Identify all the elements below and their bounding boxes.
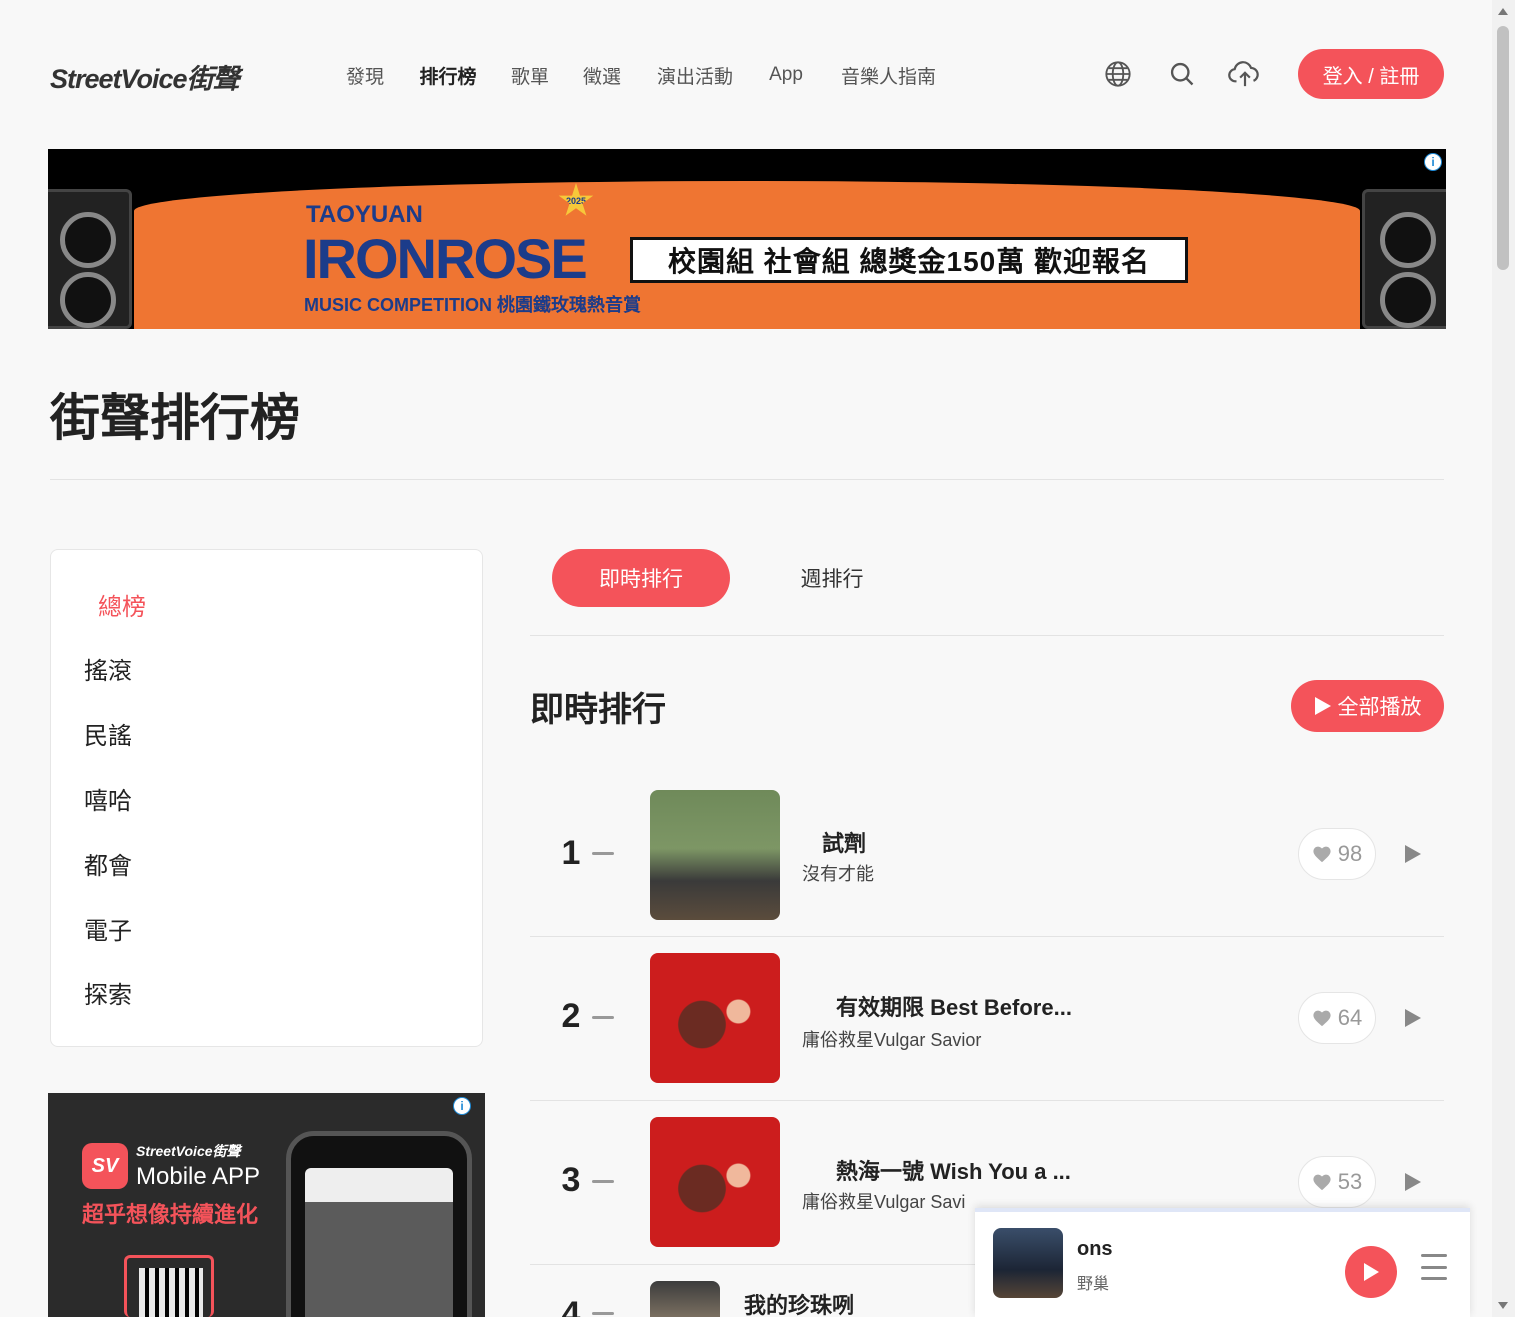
tab-live-chart[interactable]: 即時排行 <box>552 549 730 607</box>
play-song-button[interactable] <box>1388 992 1438 1044</box>
player-progress-bar[interactable] <box>975 1208 1470 1212</box>
playlist-menu-icon[interactable] <box>1421 1254 1447 1280</box>
rank-change-indicator <box>592 1312 614 1315</box>
heart-icon <box>1313 1010 1331 1027</box>
heart-icon <box>1313 846 1331 863</box>
ironrose-banner-ad[interactable]: TAOYUAN IRONROSE MUSIC COMPETITION 桃園鐵玫瑰… <box>48 149 1446 329</box>
page-scrollbar[interactable] <box>1492 0 1515 1317</box>
banner-subtitle: MUSIC COMPETITION 桃園鐵玫瑰熱音賞 <box>304 295 641 315</box>
player-album-cover[interactable] <box>993 1228 1063 1298</box>
ad-info-icon[interactable]: i <box>453 1097 471 1115</box>
play-song-button[interactable] <box>1388 828 1438 880</box>
nav-events[interactable]: 演出活動 <box>639 46 751 104</box>
play-icon <box>1405 1173 1421 1191</box>
player-artist-name[interactable]: 野巢 <box>1077 1270 1109 1294</box>
player-song-title[interactable]: ons <box>1077 1238 1113 1261</box>
app-ad-slogan: 超乎想像持續進化 <box>82 1202 259 1227</box>
login-register-button[interactable]: 登入 / 註冊 <box>1298 49 1444 99</box>
album-cover[interactable] <box>650 790 780 920</box>
phone-mockup <box>286 1131 472 1317</box>
category-folk[interactable]: 民謠 <box>82 711 452 753</box>
app-ad-brand: StreetVoice街聲 <box>136 1143 241 1159</box>
rank-change-indicator <box>592 1016 614 1019</box>
rank-number: 3 <box>561 1161 581 1199</box>
rank-change-indicator <box>592 1180 614 1183</box>
category-hiphop[interactable]: 嘻哈 <box>82 776 452 818</box>
like-button[interactable]: 98 <box>1298 828 1376 880</box>
category-urban[interactable]: 都會 <box>82 841 452 883</box>
artist-name[interactable]: 沒有才能 <box>802 860 882 886</box>
player-play-button[interactable] <box>1345 1246 1397 1298</box>
category-rock[interactable]: 搖滾 <box>82 646 452 688</box>
like-count: 64 <box>1337 1005 1363 1030</box>
qr-code-frame <box>124 1255 214 1317</box>
divider <box>50 479 1444 480</box>
rank-number: 4 <box>561 1295 581 1317</box>
nav-playlists[interactable]: 歌單 <box>495 46 565 104</box>
play-all-label: 全部播放 <box>1337 696 1422 719</box>
rank-number: 1 <box>561 834 581 872</box>
category-all[interactable]: 總榜 <box>82 582 452 624</box>
category-explore[interactable]: 探索 <box>82 970 452 1012</box>
like-count: 53 <box>1337 1169 1363 1194</box>
banner-headline: 校園組 社會組 總獎金150萬 歡迎報名 <box>630 237 1188 283</box>
song-title[interactable]: 試劑 <box>822 826 882 858</box>
mini-player: ons 野巢 <box>975 1208 1470 1317</box>
row-divider <box>530 1100 1444 1101</box>
app-ad-product: Mobile APP <box>136 1163 261 1190</box>
globe-icon[interactable] <box>1087 46 1149 102</box>
rank-number: 2 <box>561 997 581 1035</box>
banner-title-big: IRONROSE <box>303 227 588 290</box>
song-title[interactable]: 我的珍珠咧 <box>744 1288 856 1317</box>
artist-name[interactable]: 庸俗救星Vulgar Savi <box>802 1188 980 1214</box>
song-title[interactable]: 熱海一號 Wish You a ... <box>836 1154 1244 1186</box>
nav-charts[interactable]: 排行榜 <box>403 46 493 104</box>
album-cover[interactable] <box>650 953 780 1083</box>
ad-info-icon[interactable]: i <box>1424 153 1442 171</box>
like-button[interactable]: 64 <box>1298 992 1376 1044</box>
nav-app[interactable]: App <box>753 46 819 104</box>
play-icon <box>1405 1009 1421 1027</box>
mobile-app-ad[interactable]: SV StreetVoice街聲 Mobile APP 超乎想像持續進化 i <box>48 1093 485 1317</box>
nav-auditions[interactable]: 徵選 <box>567 46 637 104</box>
speaker-left-graphic <box>48 189 132 329</box>
scrollbar-thumb[interactable] <box>1497 26 1509 270</box>
scroll-up-arrow-icon[interactable] <box>1498 8 1508 15</box>
artist-name[interactable]: 庸俗救星Vulgar Savior <box>802 1026 994 1052</box>
play-icon <box>1364 1263 1379 1281</box>
album-cover[interactable] <box>650 1117 780 1247</box>
streetvoice-logo[interactable]: StreetVoice街聲 <box>50 60 298 94</box>
album-cover[interactable] <box>650 1281 720 1317</box>
row-divider <box>530 936 1444 937</box>
heart-icon <box>1313 1174 1331 1191</box>
scroll-down-arrow-icon[interactable] <box>1498 1302 1508 1309</box>
rank-change-indicator <box>592 852 614 855</box>
like-count: 98 <box>1337 841 1363 866</box>
play-icon <box>1405 845 1421 863</box>
banner-title-small: TAOYUAN <box>306 201 423 228</box>
tab-weekly-chart[interactable]: 週排行 <box>753 549 911 607</box>
qr-code <box>139 1268 203 1317</box>
like-button[interactable]: 53 <box>1298 1156 1376 1208</box>
category-electronic[interactable]: 電子 <box>82 906 452 948</box>
nav-musician-guide[interactable]: 音樂人指南 <box>821 46 956 104</box>
section-title: 即時排行 <box>530 691 666 729</box>
song-title[interactable]: 有效期限 Best Before... <box>836 990 1114 1022</box>
upload-cloud-icon[interactable] <box>1214 46 1276 102</box>
play-icon <box>1314 697 1331 715</box>
nav-discover[interactable]: 發現 <box>329 46 401 104</box>
speaker-right-graphic <box>1362 189 1446 329</box>
page-title: 街聲排行榜 <box>50 390 300 446</box>
play-all-button[interactable]: 全部播放 <box>1291 680 1444 732</box>
divider <box>530 635 1444 636</box>
streetvoice-app-icon: SV <box>82 1143 128 1189</box>
search-icon[interactable] <box>1151 46 1213 102</box>
play-song-button[interactable] <box>1388 1156 1438 1208</box>
